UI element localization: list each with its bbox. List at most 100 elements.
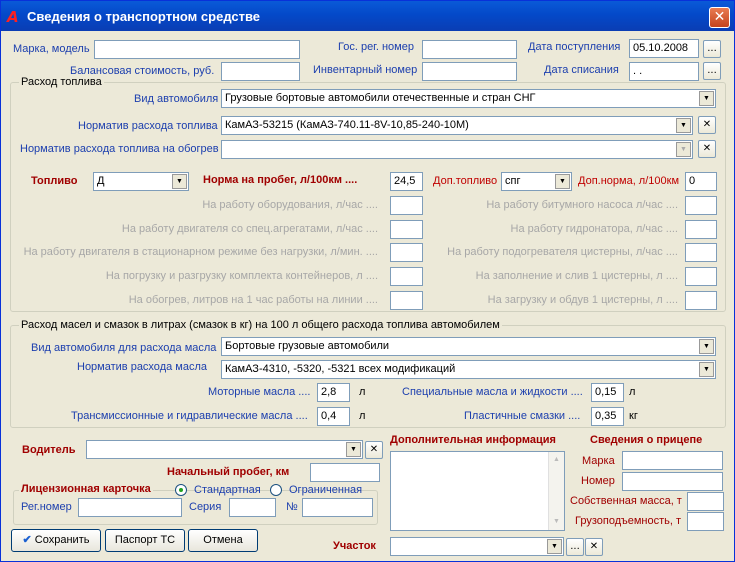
driver-label: Водитель xyxy=(22,444,76,456)
clear-heating-norm-button[interactable]: ✕ xyxy=(698,140,716,158)
chevron-down-icon[interactable]: ▼ xyxy=(676,142,691,157)
plastic-grease-unit: кг xyxy=(629,410,638,422)
oil-norm-label: Норматив расхода масла xyxy=(77,361,207,373)
chevron-down-icon[interactable]: ▼ xyxy=(699,362,714,377)
window-title: Сведения о транспортном средстве xyxy=(27,9,261,24)
reg-number-label: Гос. рег. номер xyxy=(338,41,414,53)
oil-vehicle-type-label: Вид автомобиля для расхода масла xyxy=(31,342,217,354)
engine-spec-input[interactable] xyxy=(390,220,423,239)
inv-number-label: Инвентарный номер xyxy=(313,64,418,76)
fuel-norm-select[interactable]: КамАЗ-53215 (КамАЗ-740.11-8V-10,85-240-1… xyxy=(221,116,693,135)
trailer-mass-input[interactable] xyxy=(687,492,724,511)
scroll-up-icon[interactable]: ▲ xyxy=(549,452,564,468)
save-button[interactable]: ✔ Сохранить xyxy=(11,529,101,552)
special-oil-unit: л xyxy=(629,386,636,398)
add-fuel-select[interactable]: спг ▼ xyxy=(501,172,572,191)
bitumen-pump-input[interactable] xyxy=(685,196,717,215)
oil-vehicle-type-value: Бортовые грузовые автомобили xyxy=(225,340,390,352)
date-off-input[interactable]: . . xyxy=(629,62,699,81)
equip-work-label: На работу оборудования, л/час .... xyxy=(202,199,378,211)
app-logo-icon: A xyxy=(7,8,19,26)
extra-info-textarea[interactable]: ▲ ▼ xyxy=(390,451,565,531)
brand-input[interactable] xyxy=(94,40,300,59)
date-off-label: Дата списания xyxy=(544,64,619,76)
chevron-down-icon[interactable]: ▼ xyxy=(346,442,361,457)
hydro-input[interactable] xyxy=(685,220,717,239)
tank-fill-input[interactable] xyxy=(685,267,717,286)
section-label: Участок xyxy=(333,540,376,552)
clear-section-button[interactable]: ✕ xyxy=(585,538,603,556)
vehicle-type-select[interactable]: Грузовые бортовые автомобили отечественн… xyxy=(221,89,716,108)
oil-norm-value: КамАЗ-4310, -5320, -5321 всех модификаци… xyxy=(225,363,456,375)
add-fuel-value: спг xyxy=(505,175,521,187)
trailer-number-input[interactable] xyxy=(622,472,723,491)
trans-oil-input[interactable]: 0,4 xyxy=(317,407,350,426)
hydro-label: На работу гидронатора, л/час .... xyxy=(510,223,679,235)
oil-group-title: Расход масел и смазок в литрах (смазок в… xyxy=(19,319,502,331)
trailer-brand-input[interactable] xyxy=(622,451,723,470)
cancel-button[interactable]: Отмена xyxy=(188,529,258,552)
clear-driver-button[interactable]: ✕ xyxy=(365,441,383,459)
date-off-picker-button[interactable]: ... xyxy=(703,62,721,80)
save-label: Сохранить xyxy=(34,534,90,546)
license-reg-input[interactable] xyxy=(78,498,182,517)
start-run-label: Начальный пробег, км xyxy=(167,466,290,478)
license-series-label: Серия xyxy=(189,501,222,513)
fuel-type-label: Топливо xyxy=(31,175,78,187)
license-standard-label: Стандартная xyxy=(194,484,261,496)
engine-idle-label: На работу двигателя в стационарном режим… xyxy=(23,246,378,258)
chevron-down-icon[interactable]: ▼ xyxy=(699,91,714,106)
extra-info-scrollbar[interactable]: ▲ ▼ xyxy=(548,452,564,530)
heating-norm-select[interactable]: ▼ xyxy=(221,140,693,159)
date-in-input[interactable]: 05.10.2008 xyxy=(629,39,699,58)
date-in-picker-button[interactable]: ... xyxy=(703,40,721,58)
passport-button[interactable]: Паспорт ТС xyxy=(105,529,185,552)
tank-fill-label: На заполнение и слив 1 цистерны, л .... xyxy=(475,270,678,282)
containers-input[interactable] xyxy=(390,267,423,286)
chevron-down-icon[interactable]: ▼ xyxy=(172,174,187,189)
oil-norm-select[interactable]: КамАЗ-4310, -5320, -5321 всех модификаци… xyxy=(221,360,716,379)
engine-idle-input[interactable] xyxy=(390,243,423,262)
close-window-button[interactable]: ✕ xyxy=(709,7,730,28)
license-series-input[interactable] xyxy=(229,498,276,517)
add-norm-input[interactable]: 0 xyxy=(685,172,717,191)
chevron-down-icon[interactable]: ▼ xyxy=(676,118,691,133)
balance-input[interactable] xyxy=(221,62,300,81)
license-standard-radio[interactable] xyxy=(175,484,187,496)
trailer-title: Сведения о прицепе xyxy=(590,434,703,446)
heating-norm-label: Норматив расхода топлива на обогрев xyxy=(20,143,219,155)
section-select[interactable]: ▼ xyxy=(390,537,564,556)
special-oil-label: Специальные масла и жидкости .... xyxy=(402,386,583,398)
motor-oil-input[interactable]: 2,8 xyxy=(317,383,350,402)
license-limited-radio[interactable] xyxy=(270,484,282,496)
section-lookup-button[interactable]: ... xyxy=(566,538,584,556)
clear-fuel-norm-button[interactable]: ✕ xyxy=(698,116,716,134)
inv-number-input[interactable] xyxy=(422,62,517,81)
trailer-capacity-input[interactable] xyxy=(687,512,724,531)
trans-oil-label: Трансмиссионные и гидравлические масла .… xyxy=(71,410,308,422)
special-oil-input[interactable]: 0,15 xyxy=(591,383,624,402)
fuel-type-select[interactable]: Д ▼ xyxy=(93,172,189,191)
extra-info-label: Дополнительная информация xyxy=(390,434,556,446)
plastic-grease-input[interactable]: 0,35 xyxy=(591,407,624,426)
license-number-label: № xyxy=(286,501,298,513)
run-norm-input[interactable]: 24,5 xyxy=(390,172,423,191)
driver-select[interactable]: ▼ xyxy=(86,440,363,459)
brand-label: Марка, модель xyxy=(13,43,90,55)
chevron-down-icon[interactable]: ▼ xyxy=(555,174,570,189)
scroll-down-icon[interactable]: ▼ xyxy=(549,514,564,530)
chevron-down-icon[interactable]: ▼ xyxy=(547,539,562,554)
heating-line-input[interactable] xyxy=(390,291,423,310)
reg-number-input[interactable] xyxy=(422,40,517,59)
equip-work-input[interactable] xyxy=(390,196,423,215)
heating-line-label: На обогрев, литров на 1 час работы на ли… xyxy=(128,294,378,306)
tank-heater-input[interactable] xyxy=(685,243,717,262)
license-number-input[interactable] xyxy=(302,498,373,517)
chevron-down-icon[interactable]: ▼ xyxy=(699,339,714,354)
tank-load-input[interactable] xyxy=(685,291,717,310)
start-run-input[interactable] xyxy=(310,463,380,482)
trailer-number-label: Номер xyxy=(581,475,615,487)
title-bar: A Сведения о транспортном средстве ✕ xyxy=(1,1,734,31)
motor-oil-unit: л xyxy=(359,386,366,398)
oil-vehicle-type-select[interactable]: Бортовые грузовые автомобили ▼ xyxy=(221,337,716,356)
